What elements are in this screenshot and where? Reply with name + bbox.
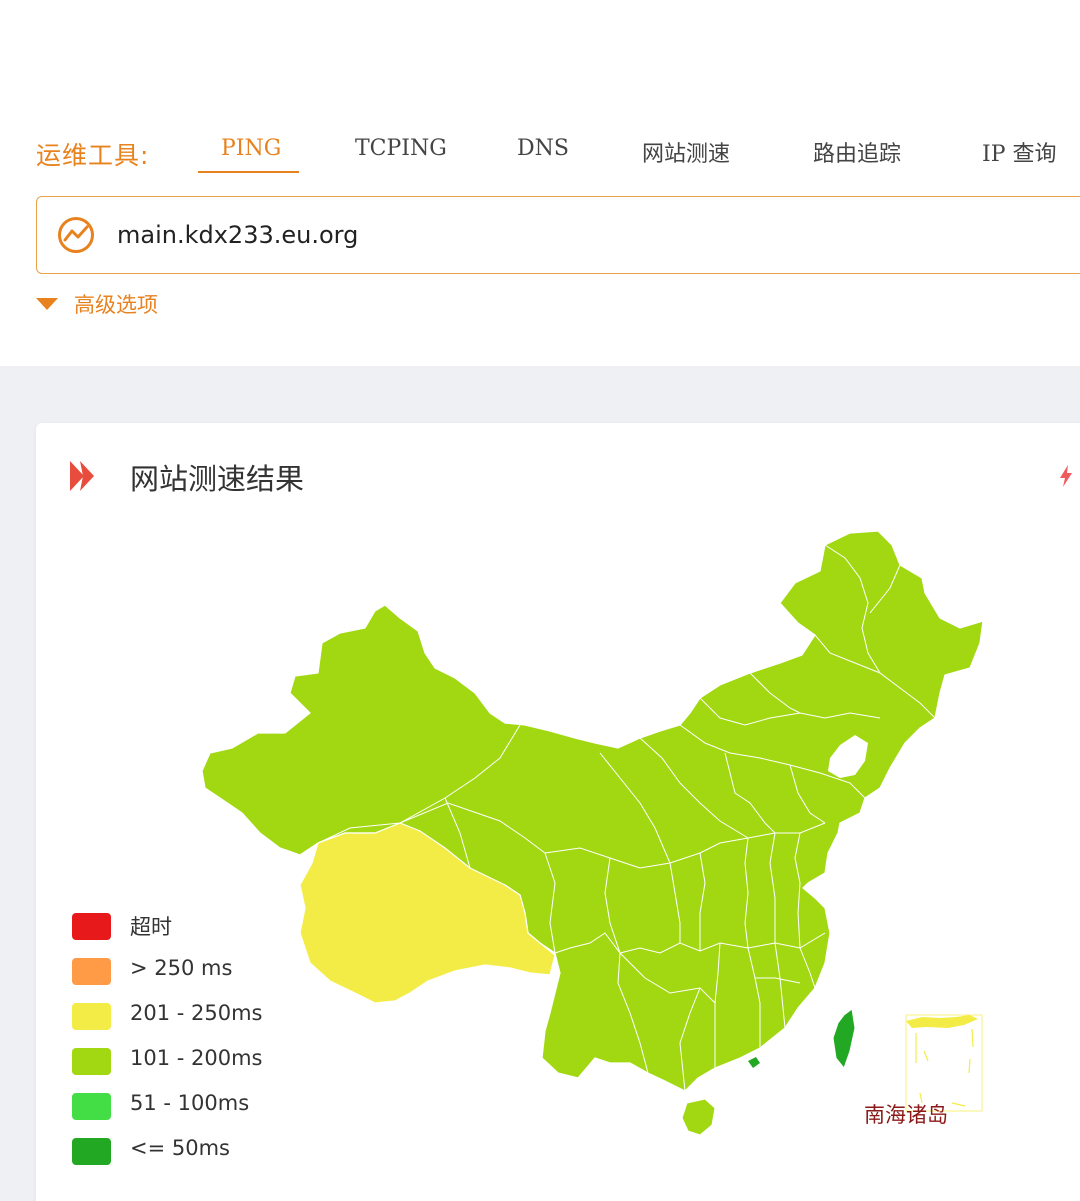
legend-item-under-50[interactable]: <= 50ms [72,1136,312,1166]
legend-swatch [72,1048,111,1075]
legend-swatch [72,1003,111,1030]
result-card: 网站测速结果 南海诸岛 超时 > 250 ms 201 - 250ms 101 … [36,423,1080,1201]
target-input[interactable] [117,209,1017,261]
legend-label: 101 - 200ms [130,1046,263,1070]
tools-label: 运维工具: [36,141,150,170]
south-china-sea-inset [905,1014,983,1112]
lightning-icon[interactable] [1059,465,1073,487]
islands-label: 南海诸岛 [864,1103,948,1127]
double-chevron-right-icon [70,461,94,491]
tab-traceroute[interactable]: 路由追踪 [813,136,901,168]
tab-ip-lookup[interactable]: IP 查询 [982,136,1057,168]
legend-swatch [72,1138,111,1165]
result-title: 网站测速结果 [130,462,305,496]
legend-label: > 250 ms [130,956,233,980]
legend-item-201-250[interactable]: 201 - 250ms [72,1001,312,1031]
active-tab-underline [198,171,299,173]
legend-label: 51 - 100ms [130,1091,250,1115]
legend-label: <= 50ms [130,1136,230,1160]
tab-website-speed[interactable]: 网站测速 [642,136,730,168]
map-region-mainland[interactable] [201,530,984,1092]
tab-tcping[interactable]: TCPING [355,136,447,161]
legend-label: 超时 [130,915,172,939]
legend-item-over-250[interactable]: > 250 ms [72,956,312,986]
map-region-south-sea-coast[interactable] [906,1015,978,1028]
advanced-options-label: 高级选项 [74,293,158,317]
legend-item-timeout[interactable]: 超时 [72,913,312,941]
china-latency-map [201,530,984,1136]
tools-nav: 运维工具: PING TCPING DNS 网站测速 路由追踪 IP 查询 [36,128,1080,178]
map-region-hainan[interactable] [681,1098,716,1136]
legend-swatch [72,913,111,940]
trend-line-icon [58,217,94,253]
legend-item-101-200[interactable]: 101 - 200ms [72,1046,312,1076]
legend-swatch [72,958,111,985]
legend-item-51-100[interactable]: 51 - 100ms [72,1091,312,1121]
legend-swatch [72,1093,111,1120]
tab-ping[interactable]: PING [221,136,281,161]
caret-down-icon [36,298,58,310]
top-panel: 运维工具: PING TCPING DNS 网站测速 路由追踪 IP 查询 高级… [0,0,1080,366]
map-region-hong-kong[interactable] [748,1057,760,1068]
map-region-taiwan[interactable] [832,1008,856,1070]
legend-label: 201 - 250ms [130,1001,263,1025]
target-field[interactable] [36,196,1080,274]
tab-dns[interactable]: DNS [517,136,569,161]
